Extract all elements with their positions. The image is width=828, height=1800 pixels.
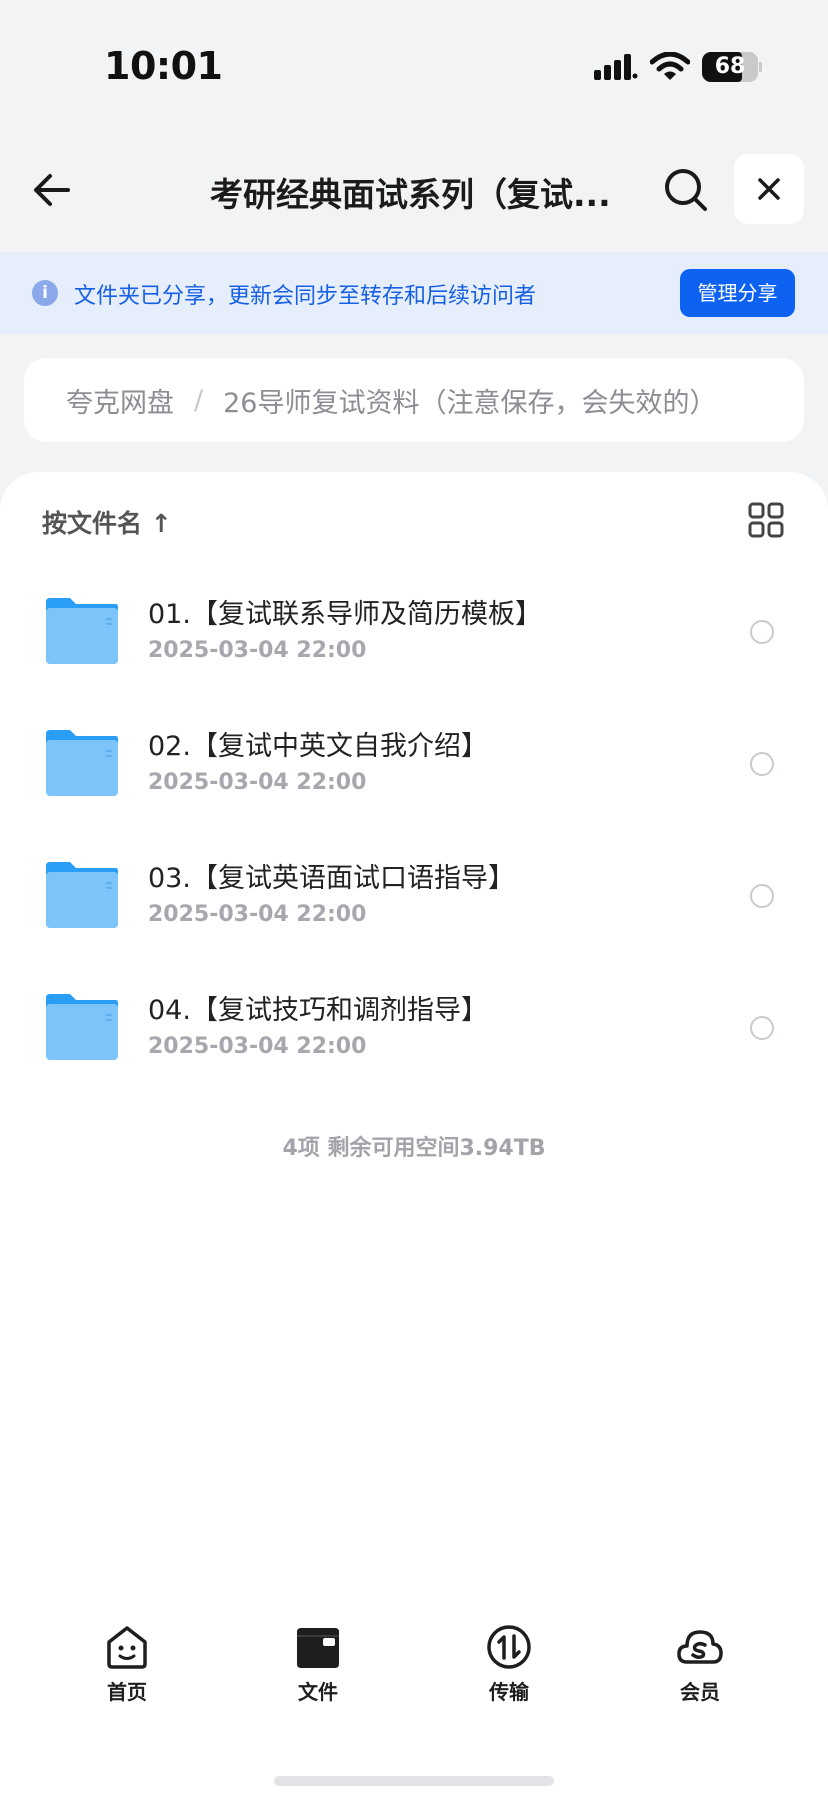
breadcrumb-root[interactable]: 夸克网盘 bbox=[66, 381, 174, 420]
file-row[interactable]: 01.【复试联系导师及简历模板】 2025-03-04 22:00 bbox=[0, 572, 828, 704]
close-button[interactable] bbox=[734, 154, 804, 224]
tab-transfer[interactable]: 传输 bbox=[454, 1618, 564, 1718]
tab-files[interactable]: 文件 bbox=[263, 1618, 373, 1718]
cellular-signal-icon bbox=[594, 54, 638, 80]
breadcrumb-separator: / bbox=[194, 384, 204, 416]
tab-label: 文件 bbox=[298, 1680, 338, 1704]
select-radio[interactable] bbox=[750, 884, 774, 908]
file-name: 01.【复试联系导师及简历模板】 bbox=[148, 599, 542, 630]
wifi-icon bbox=[650, 52, 690, 80]
back-arrow-icon[interactable] bbox=[28, 166, 82, 214]
home-face-icon bbox=[107, 1626, 147, 1669]
page-title: 考研经典面试系列（复试... bbox=[210, 175, 611, 214]
storage-summary: 4项 剩余可用空间3.94TB bbox=[282, 1136, 546, 1161]
select-radio[interactable] bbox=[750, 620, 774, 644]
file-name: 02.【复试中英文自我介绍】 bbox=[148, 731, 488, 762]
file-row[interactable]: 03.【复试英语面试口语指导】 2025-03-04 22:00 bbox=[0, 836, 828, 968]
tab-label: 首页 bbox=[107, 1680, 147, 1704]
tab-bar: 首页 文件 传输 会员 bbox=[0, 1618, 828, 1718]
folder-tab-icon bbox=[297, 1628, 339, 1668]
search-icon[interactable] bbox=[660, 164, 712, 216]
transfer-icon bbox=[487, 1625, 531, 1669]
file-date: 2025-03-04 22:00 bbox=[148, 770, 367, 795]
file-row[interactable]: 04.【复试技巧和调剂指导】 2025-03-04 22:00 bbox=[0, 968, 828, 1100]
home-indicator bbox=[274, 1776, 554, 1786]
status-bar: 10:01 68 bbox=[0, 0, 828, 130]
folder-icon bbox=[46, 598, 118, 664]
file-date: 2025-03-04 22:00 bbox=[148, 902, 367, 927]
folder-icon bbox=[46, 862, 118, 928]
grid-view-icon[interactable] bbox=[748, 502, 784, 538]
info-icon: i bbox=[32, 280, 58, 306]
tab-home[interactable]: 首页 bbox=[72, 1618, 182, 1718]
file-date: 2025-03-04 22:00 bbox=[148, 638, 367, 663]
battery-icon: 68 bbox=[702, 52, 762, 82]
tab-label: 传输 bbox=[489, 1680, 529, 1704]
status-time: 10:01 bbox=[104, 44, 223, 88]
manage-share-button[interactable]: 管理分享 bbox=[680, 269, 795, 317]
battery-level: 68 bbox=[714, 54, 746, 79]
file-panel: 按文件名 ↑ 01.【复试联系导师及简历模板】 2025-03-04 22:00 bbox=[0, 472, 828, 1800]
tab-label: 会员 bbox=[680, 1680, 720, 1704]
share-banner: i 文件夹已分享，更新会同步至转存和后续访问者 管理分享 bbox=[0, 252, 828, 334]
status-icons: 68 bbox=[594, 50, 762, 84]
file-name: 03.【复试英语面试口语指导】 bbox=[148, 863, 515, 894]
sort-button[interactable]: 按文件名 ↑ bbox=[42, 504, 172, 540]
folder-icon bbox=[46, 994, 118, 1060]
share-banner-text: 文件夹已分享，更新会同步至转存和后续访问者 bbox=[74, 284, 537, 309]
nav-bar: 考研经典面试系列（复试... bbox=[0, 150, 828, 230]
file-date: 2025-03-04 22:00 bbox=[148, 1034, 367, 1059]
close-icon bbox=[758, 178, 780, 200]
folder-icon bbox=[46, 730, 118, 796]
select-radio[interactable] bbox=[750, 752, 774, 776]
tab-member[interactable]: 会员 bbox=[645, 1618, 755, 1718]
file-row[interactable]: 02.【复试中英文自我介绍】 2025-03-04 22:00 bbox=[0, 704, 828, 836]
select-radio[interactable] bbox=[750, 1016, 774, 1040]
breadcrumb-current: 26导师复试资料（注意保存，会失效的） bbox=[223, 387, 717, 419]
member-cloud-icon bbox=[677, 1630, 723, 1664]
file-name: 04.【复试技巧和调剂指导】 bbox=[148, 995, 488, 1026]
file-list: 01.【复试联系导师及简历模板】 2025-03-04 22:00 02.【复试… bbox=[0, 572, 828, 1100]
breadcrumb: 夸克网盘 / 26导师复试资料（注意保存，会失效的） bbox=[24, 358, 804, 442]
